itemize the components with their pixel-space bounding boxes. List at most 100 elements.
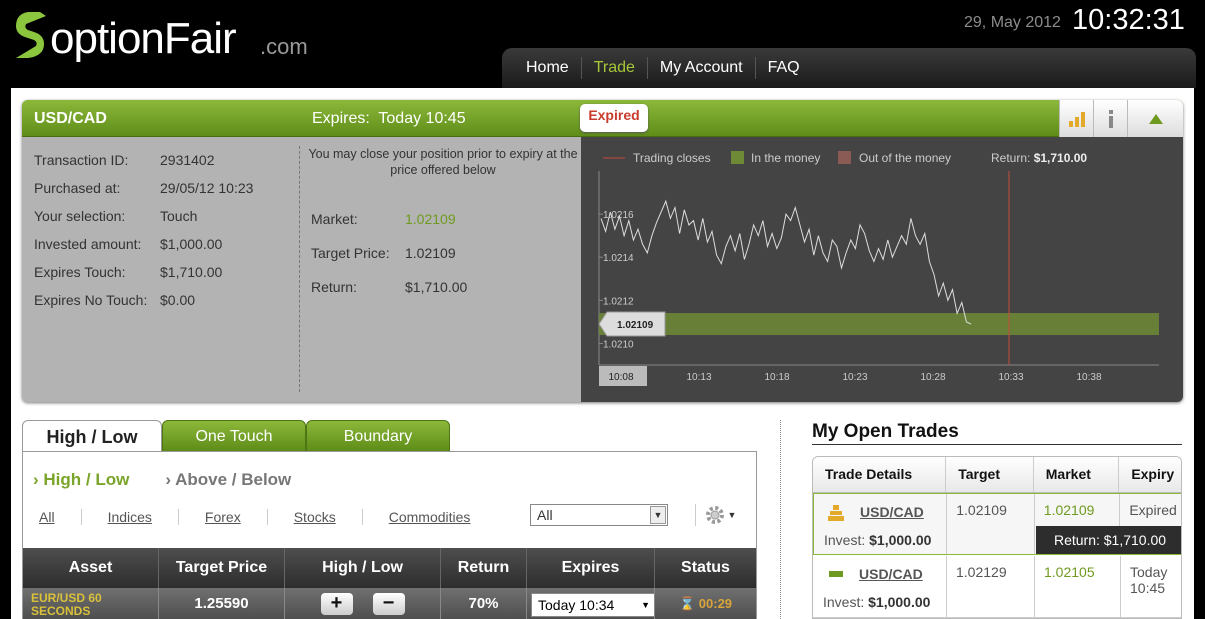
bar-chart-icon: [1068, 111, 1085, 127]
info-button[interactable]: [1093, 100, 1127, 137]
filter-commodities[interactable]: Commodities: [389, 509, 497, 525]
market-cell: 1.02105: [1035, 556, 1121, 617]
row-expires: Today 10:34 ▼: [527, 588, 655, 619]
detail-row: Transaction ID: 2931402: [34, 152, 215, 168]
trade-details: Transaction ID: 2931402 Purchased at: 29/0…: [34, 152, 304, 320]
logo-suffix: .com: [260, 34, 308, 59]
filter-all[interactable]: All: [39, 509, 82, 525]
detail-row: Invested amount: $1,000.00: [34, 236, 223, 252]
legend-in-the-money: In the money: [751, 151, 820, 165]
detail-row: Your selection: Touch: [34, 208, 198, 224]
expired-badge: Expired: [580, 104, 648, 132]
nav-trade[interactable]: Trade: [582, 57, 648, 79]
filter-forex[interactable]: Forex: [205, 509, 268, 525]
expiry-cell: Today 10:45: [1130, 564, 1168, 596]
filter-indices[interactable]: Indices: [108, 509, 179, 525]
trade-expires: Expires: Today 10:45: [312, 110, 466, 127]
y-tick-label: 1.0210: [603, 339, 634, 350]
return-bar: Return: $1,710.00: [1036, 526, 1181, 554]
tab-one-touch[interactable]: One Touch: [162, 420, 306, 452]
logo[interactable]: optionFair .com: [10, 8, 320, 68]
col-status: Status: [681, 559, 730, 576]
panel-controls: [1059, 100, 1183, 137]
coins-icon: [828, 505, 844, 521]
col-target-price: Target Price: [159, 548, 285, 588]
x-tick-label: 10:08: [608, 372, 633, 383]
low-button[interactable]: −: [372, 593, 405, 615]
minus-square-icon: [829, 571, 843, 577]
row-status: ⌛ 00:29: [678, 596, 733, 611]
tab-boundary[interactable]: Boundary: [306, 420, 450, 452]
trade-header: USD/CAD Expires: Today 10:45 Expired: [22, 100, 1183, 137]
target-value: 1.02109: [405, 245, 456, 261]
row-target: 1.25590: [159, 588, 285, 619]
target-cell: 1.02129: [947, 556, 1035, 617]
subtabs: › High / Low › Above / Below: [33, 470, 327, 490]
row-return: 70%: [441, 588, 527, 619]
current-price-label: 1.02109: [617, 320, 654, 331]
chevron-down-icon: ▼: [650, 506, 666, 524]
close-position-info: You may close your position prior to exp…: [305, 146, 581, 304]
price-chart-svg: 1.02161.02141.02121.021010:08 10:13 10:18 1…: [598, 151, 1159, 386]
target-cell: 1.02109: [947, 494, 1035, 554]
subtab-high-low[interactable]: › High / Low: [33, 470, 129, 490]
close-note: You may close your position prior to exp…: [308, 147, 578, 177]
details-divider: [299, 146, 300, 392]
trade-pair-link[interactable]: USD/CAD: [859, 566, 923, 582]
collapse-button[interactable]: [1127, 100, 1183, 137]
title-underline: [812, 444, 1182, 445]
x-tick-label: 10:23: [842, 372, 867, 383]
filter-stocks[interactable]: Stocks: [294, 509, 363, 525]
chart-return-value: $1,710.00: [1034, 151, 1088, 165]
in-the-money-band: [599, 313, 1159, 336]
chart-return-label: Return: $1,710.00: [991, 151, 1087, 165]
row-asset: EUR/USD 60 SECONDS: [23, 588, 159, 619]
col-expires: Expires: [527, 548, 655, 588]
nav-home[interactable]: Home: [514, 57, 582, 79]
logo-text: optionFair: [50, 14, 237, 63]
tab-high-low[interactable]: High / Low: [22, 420, 162, 452]
open-trade-row[interactable]: USD/CAD Invest: $1,000.00 1.02109 1.0210…: [813, 493, 1181, 555]
table-header: Asset Target Price High / Low Return Exp…: [23, 548, 756, 588]
row-high-low: + −: [285, 588, 441, 619]
detail-row: Purchased at: 29/05/12 10:23: [34, 180, 254, 196]
market-panel: › High / Low › Above / Below All Indices…: [22, 451, 757, 619]
detail-row: Expires Touch: $1,710.00: [34, 264, 223, 280]
asset-select[interactable]: All ▼: [530, 504, 668, 526]
high-button[interactable]: +: [320, 593, 353, 615]
table-row[interactable]: EUR/USD 60 SECONDS 1.25590 + − 70% Today …: [23, 588, 756, 619]
col-target: Target: [946, 457, 1034, 492]
return-row: Return: $1,710.00: [311, 279, 468, 295]
chevron-down-icon: ▼: [641, 600, 650, 610]
current-time: 10:32:31: [1072, 4, 1185, 36]
settings-button[interactable]: ▼: [695, 504, 745, 526]
trade-details-cell: USD/CAD Invest: $1,000.00: [813, 556, 947, 617]
market-row: Market: 1.02109: [311, 211, 456, 227]
info-icon: [1108, 109, 1113, 128]
price-line: [600, 199, 972, 325]
legend-trading-closes: Trading closes: [633, 151, 711, 165]
x-tick-label: 10:28: [920, 372, 945, 383]
open-trade-row[interactable]: USD/CAD Invest: $1,000.00 1.02129 1.0210…: [813, 556, 1181, 618]
open-trades-title: My Open Trades: [812, 421, 959, 442]
x-tick-label: 10:18: [764, 372, 789, 383]
x-tick-label: 10:33: [998, 372, 1023, 383]
hourglass-icon: ⌛: [678, 596, 696, 611]
main-nav: Home Trade My Account FAQ: [502, 48, 1196, 88]
expiry-select[interactable]: Today 10:34 ▼: [531, 593, 655, 617]
legend-out-money-swatch: [838, 151, 851, 164]
chart-view-button[interactable]: [1059, 100, 1093, 137]
open-trades-table: Trade Details Target Market Expiry USD/C…: [812, 456, 1182, 619]
gear-icon: [705, 506, 724, 524]
market-value: 1.02109: [405, 211, 456, 227]
col-expiry: Expiry: [1131, 466, 1175, 482]
nav-my-account[interactable]: My Account: [648, 57, 756, 79]
trade-pair-link[interactable]: USD/CAD: [860, 504, 924, 520]
subtab-above-below[interactable]: › Above / Below: [165, 470, 291, 490]
trade-detail-panel: USD/CAD Expires: Today 10:45 Expired Tra…: [22, 100, 1183, 402]
app-window: optionFair .com 29, May 2012 10:32:31 Ho…: [0, 0, 1205, 619]
legend-in-money-swatch: [731, 151, 744, 164]
product-tabs: High / Low One Touch Boundary: [22, 420, 450, 452]
x-tick-label: 10:13: [686, 372, 711, 383]
nav-faq[interactable]: FAQ: [756, 57, 812, 79]
